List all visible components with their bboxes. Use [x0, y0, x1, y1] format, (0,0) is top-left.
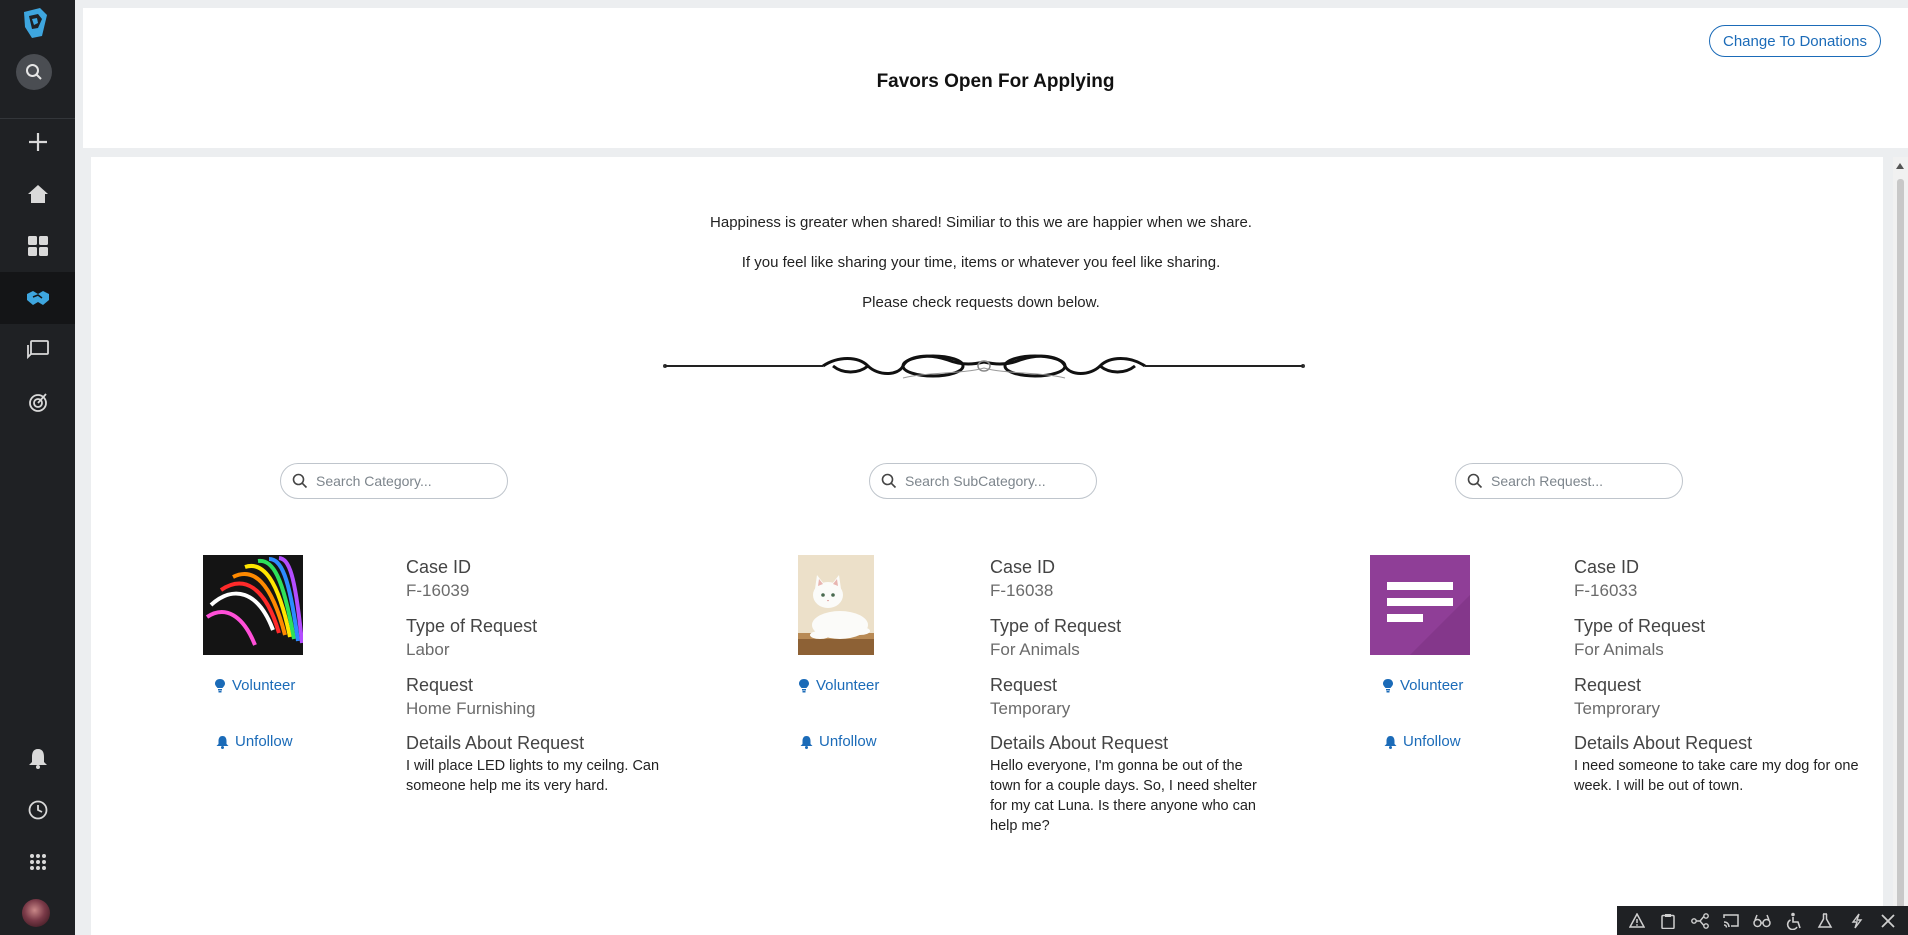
scrollbar-thumb[interactable]: [1897, 179, 1904, 919]
flask-icon[interactable]: [1815, 911, 1835, 931]
intro-line: Please check requests down below.: [862, 294, 1100, 311]
accessibility-icon[interactable]: [1784, 911, 1804, 931]
search-icon: [881, 473, 897, 489]
main-card: [91, 157, 1883, 935]
favor-image-document-placeholder: [1370, 555, 1470, 655]
bell-icon: [1384, 735, 1397, 749]
accessibility-toolbar: [1617, 906, 1908, 935]
unfollow-button[interactable]: Unfollow: [216, 733, 293, 750]
scroll-up-icon[interactable]: [1896, 163, 1904, 169]
type-value: Labor: [406, 640, 450, 659]
page-title: Favors Open For Applying: [876, 71, 1115, 92]
lightbulb-icon: [799, 679, 809, 693]
request-value: Temporary: [990, 699, 1071, 718]
bell-icon: [216, 735, 229, 749]
request-value: Temprorary: [1574, 699, 1660, 718]
cast-icon[interactable]: [1721, 911, 1741, 931]
logo-icon[interactable]: [18, 6, 52, 40]
change-to-donations-button[interactable]: Change To Donations: [1709, 25, 1881, 57]
search-category-input[interactable]: [316, 473, 486, 489]
case-id-label: Case ID: [1574, 557, 1640, 577]
close-icon[interactable]: [1878, 911, 1898, 931]
unfollow-label: Unfollow: [1403, 733, 1461, 750]
type-label: Type of Request: [406, 616, 538, 636]
unfollow-button[interactable]: Unfollow: [1384, 733, 1461, 750]
unfollow-button[interactable]: Unfollow: [800, 733, 877, 750]
case-id-label: Case ID: [990, 557, 1056, 577]
apps-icon[interactable]: [0, 836, 75, 888]
bell-icon: [800, 735, 813, 749]
search-icon: [1467, 473, 1483, 489]
lightbulb-icon: [1383, 679, 1393, 693]
intro-line: If you feel like sharing your time, item…: [741, 254, 1221, 271]
search-category-field[interactable]: [280, 463, 508, 499]
search-icon: [292, 473, 308, 489]
handshake-icon[interactable]: [0, 272, 75, 324]
details-text: Hello everyone, I'm gonna be out of the …: [990, 758, 1257, 834]
unfollow-label: Unfollow: [819, 733, 877, 750]
details-text: I need someone to take care my dog for o…: [1574, 758, 1859, 794]
search-subcategory-field[interactable]: [869, 463, 1097, 499]
add-icon[interactable]: [0, 116, 75, 168]
case-id-value: F-16039: [406, 581, 470, 600]
lightbulb-icon: [215, 679, 225, 693]
target-icon[interactable]: [0, 376, 75, 428]
type-value: For Animals: [1574, 640, 1664, 659]
volunteer-label: Volunteer: [816, 677, 880, 694]
chat-icon[interactable]: [0, 324, 75, 376]
glasses-icon[interactable]: [1752, 911, 1772, 931]
scrollbar[interactable]: [1893, 157, 1908, 935]
dashboard-icon[interactable]: [0, 220, 75, 272]
volunteer-label: Volunteer: [1400, 677, 1464, 694]
search-request-input[interactable]: [1491, 473, 1661, 489]
case-id-value: F-16038: [990, 581, 1054, 600]
ornamental-divider: [663, 354, 1305, 379]
search-request-field[interactable]: [1455, 463, 1683, 499]
sidebar: [0, 0, 75, 935]
volunteer-button[interactable]: Volunteer: [798, 677, 879, 694]
sitemap-icon[interactable]: [1690, 911, 1710, 931]
type-label: Type of Request: [1574, 616, 1706, 636]
request-label: Request: [1574, 675, 1642, 695]
request-value: Home Furnishing: [406, 699, 536, 718]
type-value: For Animals: [990, 640, 1080, 659]
details-label: Details About Request: [1574, 733, 1753, 753]
request-label: Request: [406, 675, 474, 695]
bolt-icon[interactable]: [1847, 911, 1867, 931]
history-icon[interactable]: [0, 784, 75, 836]
volunteer-button[interactable]: Volunteer: [214, 677, 295, 694]
clipboard-icon[interactable]: [1658, 911, 1678, 931]
case-id-value: F-16033: [1574, 581, 1638, 600]
search-subcategory-input[interactable]: [905, 473, 1075, 489]
details-label: Details About Request: [990, 733, 1169, 753]
favor-image-white-cat: [798, 555, 874, 655]
favor-image-led-lights: [203, 555, 303, 655]
details-text: I will place LED lights to my ceilng. Ca…: [406, 758, 660, 794]
type-label: Type of Request: [990, 616, 1122, 636]
warning-icon[interactable]: [1627, 911, 1647, 931]
search-icon[interactable]: [16, 54, 52, 90]
details-label: Details About Request: [406, 733, 585, 753]
request-label: Request: [990, 675, 1058, 695]
home-icon[interactable]: [0, 168, 75, 220]
header-card: Favors Open For Applying Change To Donat…: [83, 8, 1908, 148]
bell-icon[interactable]: [0, 732, 75, 784]
volunteer-button[interactable]: Volunteer: [1382, 677, 1463, 694]
intro-line: Happiness is greater when shared! Simili…: [710, 214, 1252, 231]
case-id-label: Case ID: [406, 557, 472, 577]
avatar[interactable]: [22, 899, 50, 927]
unfollow-label: Unfollow: [235, 733, 293, 750]
volunteer-label: Volunteer: [232, 677, 296, 694]
